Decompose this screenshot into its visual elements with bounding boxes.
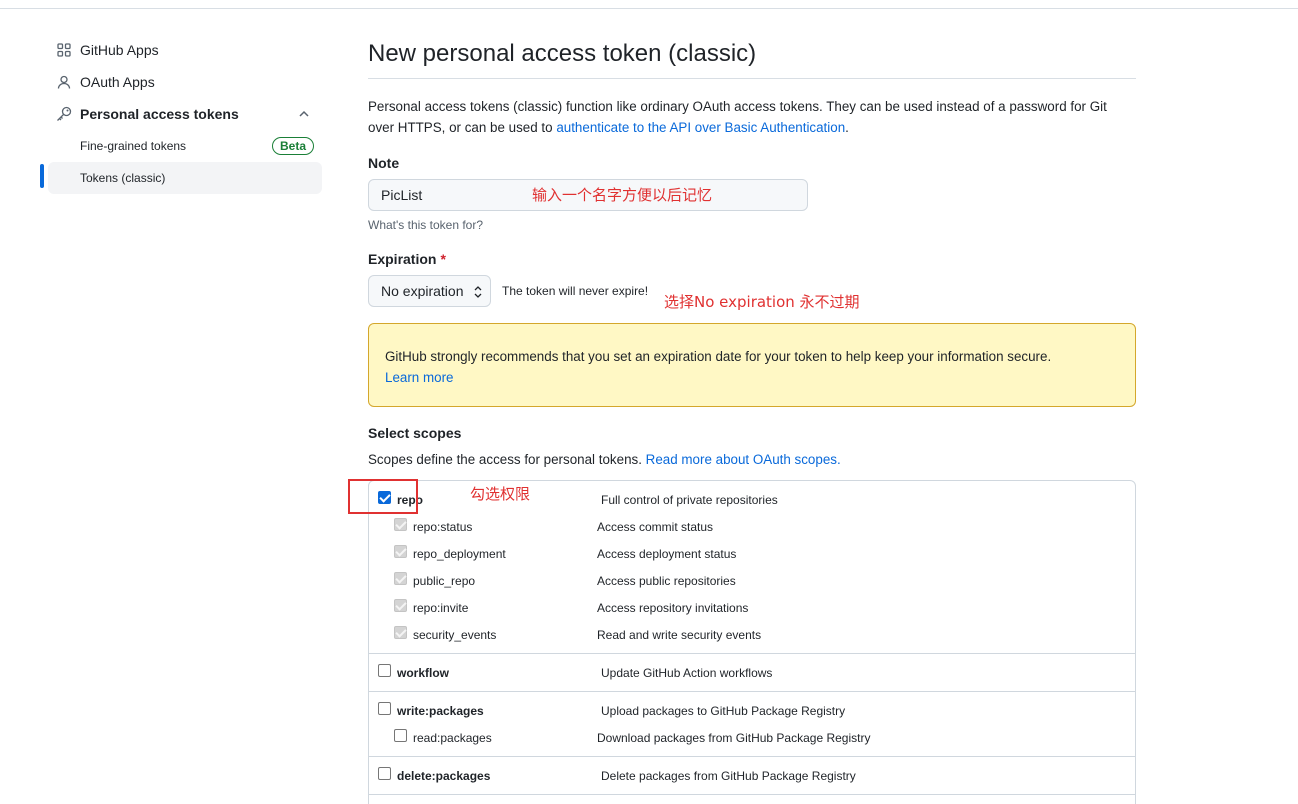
expiration-warning: GitHub strongly recommends that you set … — [368, 323, 1136, 407]
scope-name: repo:invite — [413, 601, 469, 615]
scope-row-read-packages: read:packages Download packages from Git… — [369, 725, 1135, 752]
scopes-description: Scopes define the access for personal to… — [368, 452, 841, 467]
beta-badge: Beta — [271, 137, 314, 155]
person-icon — [56, 74, 72, 90]
scope-row-public-repo: public_repo Access public repositories — [369, 568, 1135, 595]
scope-desc: Update GitHub Action workflows — [601, 666, 773, 680]
scopes-desc-text: Scopes define the access for personal to… — [368, 452, 646, 467]
scope-name: repo:status — [413, 520, 473, 534]
scope-name: write:packages — [397, 704, 484, 718]
expiration-select[interactable]: No expiration — [368, 275, 491, 307]
key-icon — [56, 106, 72, 122]
basic-auth-link[interactable]: authenticate to the API over Basic Authe… — [556, 120, 845, 135]
note-hint: What's this token for? — [368, 218, 484, 232]
scope-desc: Full control of private repositories — [601, 493, 778, 507]
title-divider — [368, 78, 1136, 79]
annotation-highlight-box — [348, 479, 418, 514]
sidebar-item-label: Personal access tokens — [80, 106, 239, 122]
scope-divider — [369, 794, 1135, 795]
settings-sidebar: GitHub Apps OAuth Apps Personal access t… — [40, 34, 322, 194]
scope-desc: Access commit status — [597, 520, 714, 534]
sidebar-item-label: GitHub Apps — [80, 42, 159, 58]
scope-name: security_events — [413, 628, 497, 642]
expiration-info: The token will never expire! — [502, 284, 649, 298]
scope-checkbox-security-events[interactable] — [394, 626, 407, 639]
scope-name: public_repo — [413, 574, 476, 588]
scope-checkbox-repo-deployment[interactable] — [394, 545, 407, 558]
scope-desc: Upload packages to GitHub Package Regist… — [601, 704, 846, 718]
sidebar-item-oauth-apps[interactable]: OAuth Apps — [40, 66, 322, 98]
annotation-note-tip: 输入一个名字方便以后记忆 — [532, 186, 713, 204]
note-label: Note — [368, 155, 400, 171]
scope-checkbox-write-packages[interactable] — [378, 702, 391, 715]
scope-checkbox-delete-packages[interactable] — [378, 767, 391, 780]
sidebar-subitem-label: Fine-grained tokens — [80, 139, 187, 153]
scope-divider — [369, 653, 1135, 654]
scope-name: delete:packages — [397, 769, 491, 783]
scope-checkbox-repo-invite[interactable] — [394, 599, 407, 612]
scope-name: workflow — [397, 666, 450, 680]
sidebar-subitem-fine-grained-tokens[interactable]: Fine-grained tokens Beta — [40, 130, 322, 162]
apps-icon — [56, 42, 72, 58]
sidebar-item-label: OAuth Apps — [80, 74, 155, 90]
scope-desc: Download packages from GitHub Package Re… — [597, 731, 871, 745]
sidebar-subitem-tokens-classic[interactable]: Tokens (classic) — [40, 162, 322, 194]
expiration-label-text: Expiration — [368, 251, 437, 267]
scope-row-repo-invite: repo:invite Access repository invitation… — [369, 595, 1135, 622]
scopes-list: repo Full control of private repositorie… — [368, 480, 1136, 804]
warning-text: GitHub strongly recommends that you set … — [385, 349, 1052, 364]
active-indicator — [40, 164, 44, 188]
chevron-up-icon[interactable] — [296, 106, 312, 122]
annotation-scope-tip: 勾选权限 — [470, 485, 531, 503]
learn-more-link[interactable]: Learn more — [385, 370, 453, 385]
sidebar-item-personal-access-tokens[interactable]: Personal access tokens — [40, 98, 322, 130]
scope-row-security-events: security_events Read and write security … — [369, 622, 1135, 649]
top-divider — [0, 8, 1298, 9]
scope-desc: Access public repositories — [597, 574, 736, 588]
sidebar-item-github-apps[interactable]: GitHub Apps — [40, 34, 322, 66]
intro-text: Personal access tokens (classic) functio… — [368, 96, 1136, 138]
scope-checkbox-repo-status[interactable] — [394, 518, 407, 531]
scope-divider — [369, 756, 1135, 757]
scope-desc: Delete packages from GitHub Package Regi… — [601, 769, 856, 783]
oauth-scopes-link[interactable]: Read more about OAuth scopes. — [646, 452, 841, 467]
scope-row-repo-deployment: repo_deployment Access deployment status — [369, 541, 1135, 568]
intro-end: . — [845, 120, 849, 135]
expiration-label: Expiration * — [368, 251, 446, 267]
sidebar-subitem-label: Tokens (classic) — [80, 171, 166, 185]
scope-checkbox-read-packages[interactable] — [394, 729, 407, 742]
scope-desc: Access repository invitations — [597, 601, 749, 615]
scope-row-repo-status: repo:status Access commit status — [369, 514, 1135, 541]
expiration-selected: No expiration — [381, 283, 464, 299]
select-scopes-label: Select scopes — [368, 425, 462, 441]
scope-row-workflow: workflow Update GitHub Action workflows — [369, 660, 1135, 687]
required-mark: * — [440, 251, 446, 267]
scope-checkbox-public-repo[interactable] — [394, 572, 407, 585]
annotation-expiration-tip: 选择No expiration 永不过期 — [664, 293, 860, 311]
page-title: New personal access token (classic) — [368, 40, 757, 67]
scope-divider — [369, 691, 1135, 692]
scope-row-write-packages: write:packages Upload packages to GitHub… — [369, 698, 1135, 725]
scope-checkbox-workflow[interactable] — [378, 664, 391, 677]
scope-desc: Access deployment status — [597, 547, 737, 561]
select-arrows-icon — [474, 285, 482, 299]
scope-name: read:packages — [413, 731, 492, 745]
scope-desc: Read and write security events — [597, 628, 762, 642]
scope-row-delete-packages: delete:packages Delete packages from Git… — [369, 763, 1135, 790]
scope-name: repo_deployment — [413, 547, 506, 561]
